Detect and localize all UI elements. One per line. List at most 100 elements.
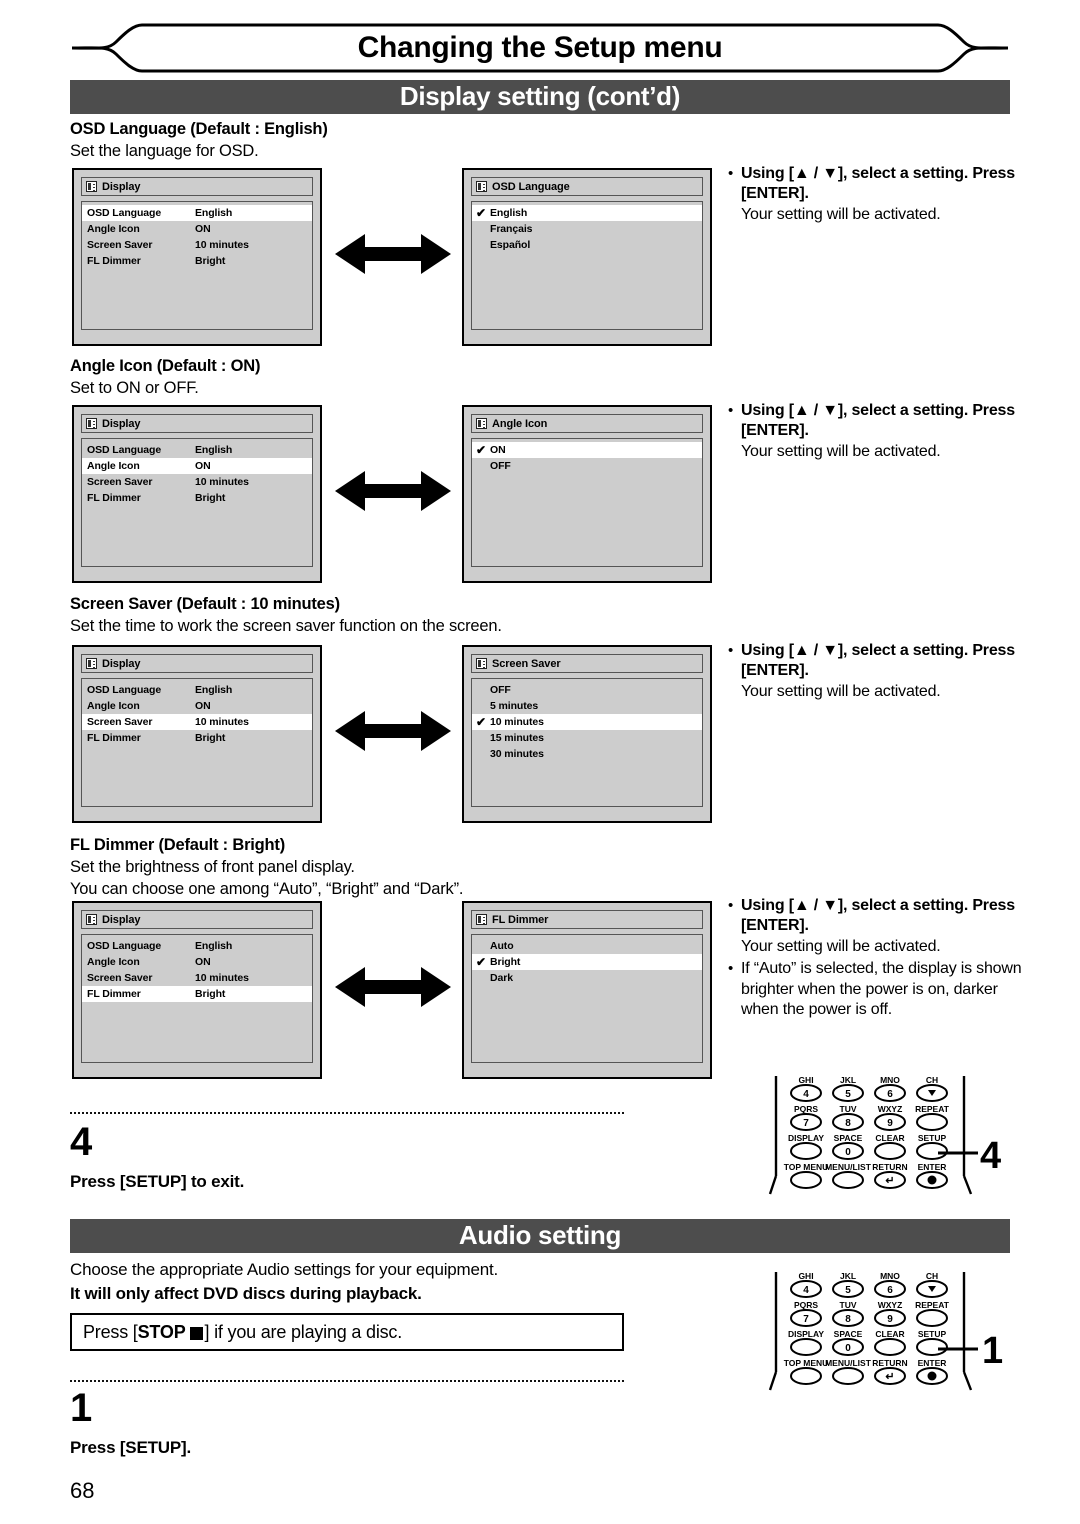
osd-setting-value: ON bbox=[195, 460, 211, 472]
osd-setting-value: English bbox=[195, 940, 233, 952]
step-number-1: 1 bbox=[70, 1386, 93, 1430]
osd-setting-row[interactable]: OSD Language English bbox=[82, 442, 312, 458]
osd-setting-label: OSD Language bbox=[87, 207, 162, 219]
osd-option-row[interactable]: ✔ Bright bbox=[472, 954, 702, 970]
section-band-audio-setting: Audio setting bbox=[70, 1219, 1010, 1253]
osd-option-row[interactable]: Français bbox=[472, 221, 702, 237]
osd-panel-header: Angle Icon bbox=[471, 414, 703, 433]
svg-text:0: 0 bbox=[845, 1147, 851, 1158]
osd-option-label: English bbox=[490, 207, 528, 219]
double-arrow-icon bbox=[333, 467, 453, 520]
osd-setting-row[interactable]: OSD Language English bbox=[82, 682, 312, 698]
osd-option-row[interactable]: Auto bbox=[472, 938, 702, 954]
svg-text:SPACE: SPACE bbox=[834, 1133, 863, 1143]
osd-setting-row[interactable]: Angle Icon ON bbox=[82, 458, 312, 474]
osd-setting-value: Bright bbox=[195, 988, 226, 1000]
section-desc-osd-language: Set the language for OSD. bbox=[70, 142, 259, 160]
osd-panel-body: OFF 5 minutes ✔ 10 minutes 15 minutes 30… bbox=[471, 678, 703, 807]
osd-setting-row[interactable]: Screen Saver 10 minutes bbox=[82, 237, 312, 253]
checkmark-icon: ✔ bbox=[476, 715, 486, 729]
osd-option-label: ON bbox=[490, 444, 506, 456]
svg-text:6: 6 bbox=[887, 1089, 893, 1100]
menu-icon bbox=[476, 658, 487, 669]
osd-option-row[interactable]: OFF bbox=[472, 458, 702, 474]
osd-option-label: Auto bbox=[490, 940, 514, 952]
svg-text:6: 6 bbox=[887, 1285, 893, 1296]
menu-icon bbox=[86, 418, 97, 429]
osd-setting-label: Screen Saver bbox=[87, 716, 153, 728]
svg-text:SETUP: SETUP bbox=[918, 1329, 947, 1339]
osd-setting-row[interactable]: FL Dimmer Bright bbox=[82, 490, 312, 506]
svg-text:TUV: TUV bbox=[840, 1104, 857, 1114]
notes-osd-language: • Using [▲ / ▼], select a setting. Press… bbox=[728, 164, 1028, 227]
osd-setting-row[interactable]: Angle Icon ON bbox=[82, 698, 312, 714]
svg-text:SETUP: SETUP bbox=[918, 1133, 947, 1143]
osd-setting-row[interactable]: FL Dimmer Bright bbox=[82, 253, 312, 269]
note-bold-text: Using [▲ / ▼], select a setting. Press [… bbox=[741, 402, 1015, 440]
osd-option-row[interactable]: Español bbox=[472, 237, 702, 253]
osd-setting-row[interactable]: OSD Language English bbox=[82, 938, 312, 954]
note-bold-text: Using [▲ / ▼], select a setting. Press [… bbox=[741, 642, 1015, 680]
svg-text:↵: ↵ bbox=[885, 1371, 894, 1383]
svg-text:CH: CH bbox=[926, 1271, 938, 1281]
osd-panel-header: Display bbox=[81, 910, 313, 929]
bullet-icon: • bbox=[728, 960, 734, 978]
osd-setting-row[interactable]: Angle Icon ON bbox=[82, 954, 312, 970]
chapter-ribbon: Changing the Setup menu bbox=[70, 22, 1010, 74]
osd-option-row[interactable]: 15 minutes bbox=[472, 730, 702, 746]
osd-setting-value: English bbox=[195, 444, 233, 456]
notes-angle-icon: • Using [▲ / ▼], select a setting. Press… bbox=[728, 401, 1028, 464]
osd-option-row[interactable]: 5 minutes bbox=[472, 698, 702, 714]
page-number: 68 bbox=[70, 1478, 95, 1503]
svg-text:4: 4 bbox=[803, 1089, 809, 1100]
osd-setting-label: FL Dimmer bbox=[87, 492, 141, 504]
svg-text:9: 9 bbox=[887, 1118, 893, 1129]
osd-setting-value: ON bbox=[195, 956, 211, 968]
osd-setting-label: Screen Saver bbox=[87, 476, 153, 488]
svg-text:CH: CH bbox=[926, 1075, 938, 1085]
osd-setting-label: OSD Language bbox=[87, 444, 162, 456]
osd-panel-display-2: Display OSD Language English Angle Icon … bbox=[72, 405, 322, 583]
double-arrow-icon bbox=[333, 707, 453, 760]
svg-text:REPEAT: REPEAT bbox=[915, 1300, 950, 1310]
svg-text:RETURN: RETURN bbox=[872, 1162, 907, 1172]
osd-setting-label: Screen Saver bbox=[87, 239, 153, 251]
osd-panel-options-3: Screen Saver OFF 5 minutes ✔ 10 minutes … bbox=[462, 645, 712, 823]
osd-setting-value: 10 minutes bbox=[195, 716, 249, 728]
svg-text:TOP MENU: TOP MENU bbox=[784, 1358, 829, 1368]
bullet-icon: • bbox=[728, 402, 734, 419]
osd-setting-value: 10 minutes bbox=[195, 476, 249, 488]
osd-setting-value: Bright bbox=[195, 732, 226, 744]
osd-option-row[interactable]: Dark bbox=[472, 970, 702, 986]
osd-setting-row[interactable]: Screen Saver 10 minutes bbox=[82, 714, 312, 730]
osd-panel-body: OSD Language English Angle Icon ON Scree… bbox=[81, 201, 313, 330]
osd-option-row[interactable]: OFF bbox=[472, 682, 702, 698]
osd-setting-row[interactable]: OSD Language English bbox=[82, 205, 312, 221]
remote-callout-number-top: 4 bbox=[980, 1135, 1002, 1177]
svg-text:DISPLAY: DISPLAY bbox=[788, 1329, 824, 1339]
remote-callout-number-bottom: 1 bbox=[982, 1330, 1004, 1372]
osd-setting-row[interactable]: FL Dimmer Bright bbox=[82, 730, 312, 746]
section-desc-angle-icon: Set to ON or OFF. bbox=[70, 379, 199, 397]
osd-setting-row[interactable]: Screen Saver 10 minutes bbox=[82, 970, 312, 986]
svg-text:PQRS: PQRS bbox=[794, 1104, 818, 1114]
osd-option-row[interactable]: ✔ English bbox=[472, 205, 702, 221]
osd-setting-row[interactable]: FL Dimmer Bright bbox=[82, 986, 312, 1002]
osd-panel-display-4: Display OSD Language English Angle Icon … bbox=[72, 901, 322, 1079]
osd-option-row[interactable]: ✔ ON bbox=[472, 442, 702, 458]
osd-panel-title: Display bbox=[102, 180, 141, 193]
osd-option-row[interactable]: ✔ 10 minutes bbox=[472, 714, 702, 730]
band-label-display-setting: Display setting (cont’d) bbox=[399, 80, 681, 111]
osd-setting-row[interactable]: Angle Icon ON bbox=[82, 221, 312, 237]
osd-setting-label: FL Dimmer bbox=[87, 732, 141, 744]
menu-icon bbox=[476, 181, 487, 192]
svg-text:JKL: JKL bbox=[840, 1075, 856, 1085]
osd-option-row[interactable]: 30 minutes bbox=[472, 746, 702, 762]
svg-text:CLEAR: CLEAR bbox=[875, 1133, 904, 1143]
osd-setting-row[interactable]: Screen Saver 10 minutes bbox=[82, 474, 312, 490]
osd-setting-label: Angle Icon bbox=[87, 223, 140, 235]
osd-setting-value: Bright bbox=[195, 492, 226, 504]
stop-note-prefix: Press [ bbox=[83, 1321, 138, 1342]
osd-option-label: 30 minutes bbox=[490, 748, 544, 760]
osd-panel-header: Display bbox=[81, 414, 313, 433]
